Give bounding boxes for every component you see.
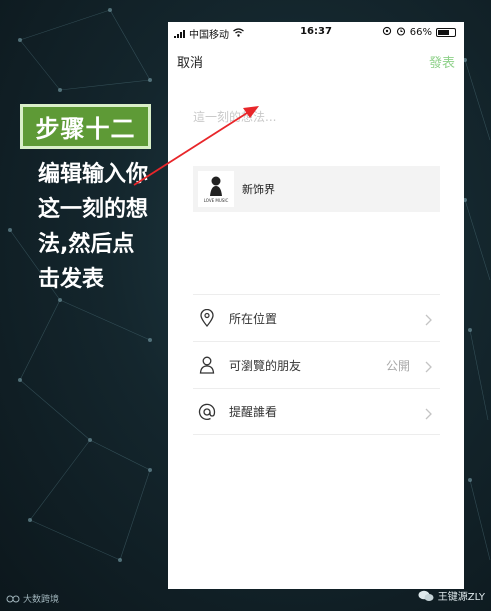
music-cover-label: LOVE MUSIC (203, 198, 229, 203)
music-title: 新饰界 (242, 183, 275, 196)
option-visibility-value: 公開 (385, 358, 410, 373)
watermark-left: 大数跨境 (6, 592, 59, 605)
step-badge-label: 步骤十二 (35, 115, 136, 143)
watermark-left-text: 大数跨境 (23, 595, 60, 605)
music-cover: LOVE MUSIC (198, 171, 234, 207)
top-bar: 取消 發表 (168, 50, 464, 74)
at-sign-icon (197, 402, 217, 422)
option-visibility-label: 可瀏覽的朋友 (229, 358, 302, 373)
option-mention[interactable]: 提醒誰看 (193, 388, 440, 435)
chevron-right-icon (425, 358, 432, 377)
alarm-icon (396, 26, 406, 39)
chevron-right-icon (425, 311, 432, 330)
instruction-text: 编辑输入你这一刻的想法,然后点击发表 (38, 162, 149, 292)
step-badge: 步骤十二 (20, 104, 151, 149)
option-location[interactable]: 所在位置 (193, 294, 440, 341)
phone-screen: 中国移动 16:37 66% 取消 發表 LOVE MUSI (168, 22, 464, 589)
orientation-lock-icon (382, 26, 392, 39)
publish-button[interactable]: 發表 (429, 52, 455, 71)
music-card[interactable]: LOVE MUSIC 新饰界 (193, 166, 440, 212)
singer-silhouette-icon (210, 176, 222, 196)
option-visibility[interactable]: 可瀏覽的朋友 公開 (193, 341, 440, 388)
person-icon (197, 355, 217, 375)
chevron-right-icon (425, 405, 432, 424)
thought-input[interactable] (193, 100, 443, 134)
options-list: 所在位置 可瀏覽的朋友 公開 提醒誰看 (193, 294, 440, 435)
battery-icon (436, 28, 456, 37)
status-bar: 中国移动 16:37 66% (168, 22, 464, 42)
location-pin-icon (197, 308, 217, 328)
cancel-button[interactable]: 取消 (177, 52, 203, 71)
option-location-label: 所在位置 (229, 311, 278, 326)
option-mention-label: 提醒誰看 (229, 405, 278, 419)
wechat-icon (418, 590, 434, 601)
watermark-right: 王键源ZLY (418, 588, 485, 603)
brand-logo-icon (6, 595, 20, 602)
battery-percent: 66% (409, 27, 432, 38)
watermark-right-text: 王键源ZLY (437, 592, 485, 603)
